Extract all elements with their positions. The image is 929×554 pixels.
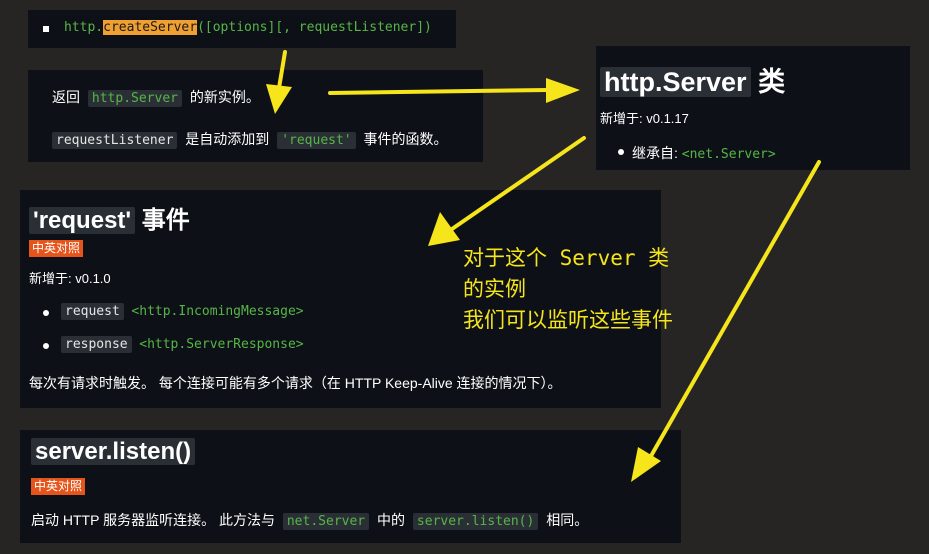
returns-text: 返回	[52, 89, 80, 105]
listener-code: requestListener	[52, 132, 178, 149]
listen-panel: server.listen() 中英对照 启动 HTTP 服务器监听连接。 此方…	[20, 430, 681, 543]
signature-fn: createServer	[103, 20, 198, 35]
signature-args: ([options][, requestListener])	[197, 20, 432, 35]
arrow-down-long-icon	[649, 160, 821, 458]
translate-badge[interactable]: 中英对照	[31, 478, 86, 495]
listen-title-code: server.listen()	[31, 438, 196, 465]
server-class-panel: http.Server 类 新增于: v0.1.17 继承自: <net.Ser…	[596, 46, 910, 170]
annotation-line-3: 我们可以监听这些事件	[463, 308, 673, 332]
param-request: request <http.IncomingMessage>	[61, 303, 304, 320]
extends-line: 继承自: <net.Server>	[632, 143, 776, 163]
listen-desc-text: 启动 HTTP 服务器监听连接。 此方法与	[31, 512, 275, 528]
bullet-icon	[618, 149, 624, 155]
listener-mid-text: 是自动添加到	[185, 131, 270, 147]
extends-label: 继承自:	[632, 145, 678, 161]
signature-prefix: http.	[64, 20, 104, 35]
listener-line: requestListener 是自动添加到 'request' 事件的函数。	[52, 129, 448, 149]
param-type-link[interactable]: <http.IncomingMessage>	[131, 304, 303, 319]
server-listen-link[interactable]: server.listen()	[412, 513, 539, 530]
bullet-icon	[43, 310, 49, 316]
server-class-title-code: http.Server	[600, 67, 751, 97]
server-class-title: http.Server 类	[600, 60, 785, 99]
net-server-link[interactable]: net.Server	[282, 513, 370, 530]
annotation-note: 对于这个 Server 类 的实例 我们可以监听这些事件	[463, 243, 673, 336]
server-class-added: 新增于: v0.1.17	[600, 111, 689, 126]
listen-desc-after: 相同。	[546, 512, 589, 528]
request-event-title: 'request' 事件	[29, 200, 190, 235]
listen-desc-mid: 中的	[377, 512, 406, 528]
request-event-desc: 每次有请求时触发。 每个连接可能有多个请求（在 HTTP Keep-Alive …	[29, 375, 562, 391]
annotation-line-1: 对于这个 Server 类	[463, 246, 670, 270]
returns-code: http.Server	[87, 90, 182, 107]
annotation-line-2: 的实例	[463, 277, 526, 301]
returns-after-text: 的新实例。	[189, 89, 260, 105]
arrow-right-head-icon	[546, 78, 580, 103]
returns-panel: 返回 http.Server 的新实例。 requestListener 是自动…	[28, 70, 483, 162]
listen-title: server.listen()	[31, 438, 196, 466]
server-class-title-suffix: 类	[758, 67, 786, 97]
listener-after-text: 事件的函数。	[363, 131, 448, 147]
returns-line: 返回 http.Server 的新实例。	[52, 87, 260, 107]
request-event-title-code: 'request'	[29, 207, 136, 234]
param-response: response <http.ServerResponse>	[61, 336, 304, 353]
param-name: request	[61, 303, 124, 320]
request-event-link[interactable]: 'request'	[277, 132, 356, 149]
bullet-square-icon	[43, 26, 49, 32]
translate-badge[interactable]: 中英对照	[29, 240, 84, 257]
request-event-added: 新增于: v0.1.0	[29, 271, 111, 286]
listen-desc: 启动 HTTP 服务器监听连接。 此方法与 net.Server 中的 serv…	[31, 510, 588, 530]
bullet-icon	[43, 343, 49, 349]
extends-link[interactable]: <net.Server>	[682, 147, 776, 162]
param-type-link[interactable]: <http.ServerResponse>	[139, 337, 303, 352]
request-event-title-suffix: 事件	[141, 207, 190, 234]
param-name: response	[61, 336, 132, 353]
signature-panel: http.createServer([options][, requestLis…	[28, 10, 456, 48]
signature-code[interactable]: http.createServer([options][, requestLis…	[64, 20, 432, 35]
